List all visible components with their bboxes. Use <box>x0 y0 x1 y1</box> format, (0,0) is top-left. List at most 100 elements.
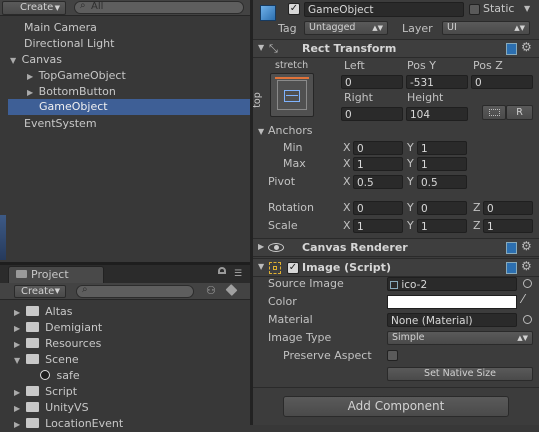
tag-label: Tag <box>278 22 297 35</box>
preserve-aspect-label: Preserve Aspect <box>283 349 372 362</box>
scale-x-value: 1 <box>357 221 364 233</box>
folder-scene[interactable]: ▼ Scene <box>14 353 79 368</box>
help-book-icon[interactable] <box>506 242 517 254</box>
hierarchy-item-directional-light[interactable]: Directional Light <box>24 37 114 51</box>
anchor-min-y-field[interactable]: 1 <box>417 141 467 155</box>
scale-z-field[interactable]: 1 <box>483 219 533 233</box>
collapse-triangle-icon[interactable]: ▶ <box>14 404 20 413</box>
height-field[interactable]: 104 <box>406 107 468 121</box>
right-field[interactable]: 0 <box>341 107 403 121</box>
collapse-triangle-icon[interactable]: ▶ <box>14 340 20 349</box>
material-field[interactable]: None (Material) <box>387 313 517 327</box>
static-checkbox[interactable] <box>469 4 480 15</box>
folder-label: Resources <box>45 337 102 350</box>
rotation-y-value: 0 <box>421 203 428 215</box>
image-type-dropdown[interactable]: Simple ▲▼ <box>387 331 533 345</box>
add-component-button[interactable]: Add Component <box>283 396 509 417</box>
collapse-triangle-icon[interactable]: ▶ <box>14 388 20 397</box>
axis-y-label: Y <box>407 157 414 170</box>
help-book-icon[interactable] <box>506 43 517 55</box>
component-gear-icon[interactable]: ⚙ <box>521 239 532 253</box>
image-enabled-checkbox[interactable]: ✓ <box>287 262 299 274</box>
static-dropdown-arrow-icon[interactable]: ▼ <box>524 4 530 13</box>
collapse-triangle-icon[interactable]: ▶ <box>27 72 33 81</box>
folder-label: Script <box>45 385 78 398</box>
tab-project[interactable]: Project <box>8 266 104 283</box>
anchor-max-x-field[interactable]: 1 <box>353 157 403 171</box>
layer-dropdown[interactable]: UI ▲▼ <box>442 21 530 35</box>
set-native-size-button[interactable]: Set Native Size <box>387 367 533 381</box>
layer-value: UI <box>447 22 457 33</box>
left-field[interactable]: 0 <box>341 75 403 89</box>
filter-by-label-icon[interactable] <box>225 284 238 296</box>
object-picker-icon[interactable] <box>523 279 532 288</box>
project-create-button[interactable]: Create ▼ <box>14 285 66 298</box>
folder-unityvs[interactable]: ▶ UnityVS <box>14 401 89 416</box>
hierarchy-search-input[interactable]: ⌕ All <box>74 0 244 14</box>
pivot-x-field[interactable]: 0.5 <box>353 175 403 189</box>
anchor-min-x-field[interactable]: 0 <box>353 141 403 155</box>
hierarchy-item-bottombutton[interactable]: ▶ BottomButton <box>27 85 116 100</box>
collapse-triangle-icon[interactable]: ▶ <box>27 88 33 97</box>
hierarchy-item-eventsystem[interactable]: EventSystem <box>24 117 97 131</box>
unity-scene-icon <box>40 370 50 380</box>
raw-edit-button[interactable]: R <box>506 105 533 120</box>
hierarchy-item-label: EventSystem <box>24 117 97 130</box>
object-name-field[interactable]: GameObject <box>304 2 464 17</box>
hierarchy-item-main-camera[interactable]: Main Camera <box>24 21 97 35</box>
help-book-icon[interactable] <box>506 262 517 274</box>
rect-transform-header[interactable]: ▼ ⤡ Rect Transform ⚙ <box>253 39 539 58</box>
blueprint-mode-button[interactable] <box>482 105 506 120</box>
rotation-z-field[interactable]: 0 <box>483 201 533 215</box>
hierarchy-item-gameobject-selected[interactable]: GameObject <box>8 99 250 115</box>
expand-triangle-icon[interactable]: ▼ <box>10 56 16 65</box>
component-gear-icon[interactable]: ⚙ <box>521 40 532 54</box>
object-picker-icon[interactable] <box>523 315 532 324</box>
hierarchy-item-topgameobject[interactable]: ▶ TopGameObject <box>27 69 126 84</box>
scale-y-field[interactable]: 1 <box>417 219 467 233</box>
pivot-y-field[interactable]: 0.5 <box>417 175 467 189</box>
scene-asset-safe[interactable]: safe <box>40 369 80 383</box>
lock-icon[interactable] <box>218 267 226 274</box>
right-label: Right <box>344 91 373 104</box>
folder-altas[interactable]: ▶ Altas <box>14 305 73 320</box>
folder-script[interactable]: ▶ Script <box>14 385 77 400</box>
folder-demigiant[interactable]: ▶ Demigiant <box>14 321 102 336</box>
tag-dropdown[interactable]: Untagged ▲▼ <box>304 21 388 35</box>
axis-x-label: X <box>343 157 351 170</box>
hierarchy-create-button[interactable]: Create ▼ <box>2 1 66 15</box>
component-gear-icon[interactable]: ⚙ <box>521 259 532 273</box>
source-image-field[interactable]: ico-2 <box>387 277 517 291</box>
eyedropper-icon[interactable]: ⁄ <box>522 292 524 306</box>
panel-menu-icon[interactable]: ☰ <box>234 269 242 279</box>
preserve-aspect-checkbox[interactable] <box>387 350 398 361</box>
expand-triangle-icon[interactable]: ▼ <box>258 262 264 271</box>
posy-field[interactable]: -531 <box>406 75 468 89</box>
expand-triangle-icon[interactable]: ▼ <box>258 127 264 136</box>
image-script-header[interactable]: ▼ ✓ Image (Script) ⚙ <box>253 258 539 277</box>
posz-field[interactable]: 0 <box>471 75 533 89</box>
anchor-preset-button[interactable] <box>270 73 314 117</box>
folder-label: UnityVS <box>45 401 89 414</box>
hierarchy-item-canvas[interactable]: ▼ Canvas <box>10 53 62 68</box>
collapse-triangle-icon[interactable]: ▼ <box>258 43 264 52</box>
color-swatch[interactable] <box>387 295 517 309</box>
axis-y-label: Y <box>407 141 414 154</box>
active-checkbox[interactable]: ✓ <box>288 3 300 15</box>
hierarchy-item-label: Canvas <box>21 53 63 66</box>
folder-resources[interactable]: ▶ Resources <box>14 337 101 352</box>
rotation-y-field[interactable]: 0 <box>417 201 467 215</box>
project-search-input[interactable]: ⌕ <box>76 284 194 298</box>
collapse-triangle-icon[interactable]: ▶ <box>258 242 264 251</box>
filter-by-type-icon[interactable]: ⚇ <box>206 284 216 297</box>
collapse-triangle-icon[interactable]: ▶ <box>14 308 20 317</box>
expand-triangle-icon[interactable]: ▼ <box>14 356 20 365</box>
collapse-triangle-icon[interactable]: ▶ <box>14 324 20 333</box>
canvas-renderer-header[interactable]: ▶ Canvas Renderer ⚙ <box>253 238 539 257</box>
project-create-label: Create <box>21 286 55 297</box>
rotation-label: Rotation <box>268 201 315 214</box>
scale-x-field[interactable]: 1 <box>353 219 403 233</box>
anchor-max-y-field[interactable]: 1 <box>417 157 467 171</box>
right-value: 0 <box>345 109 352 121</box>
rotation-x-field[interactable]: 0 <box>353 201 403 215</box>
